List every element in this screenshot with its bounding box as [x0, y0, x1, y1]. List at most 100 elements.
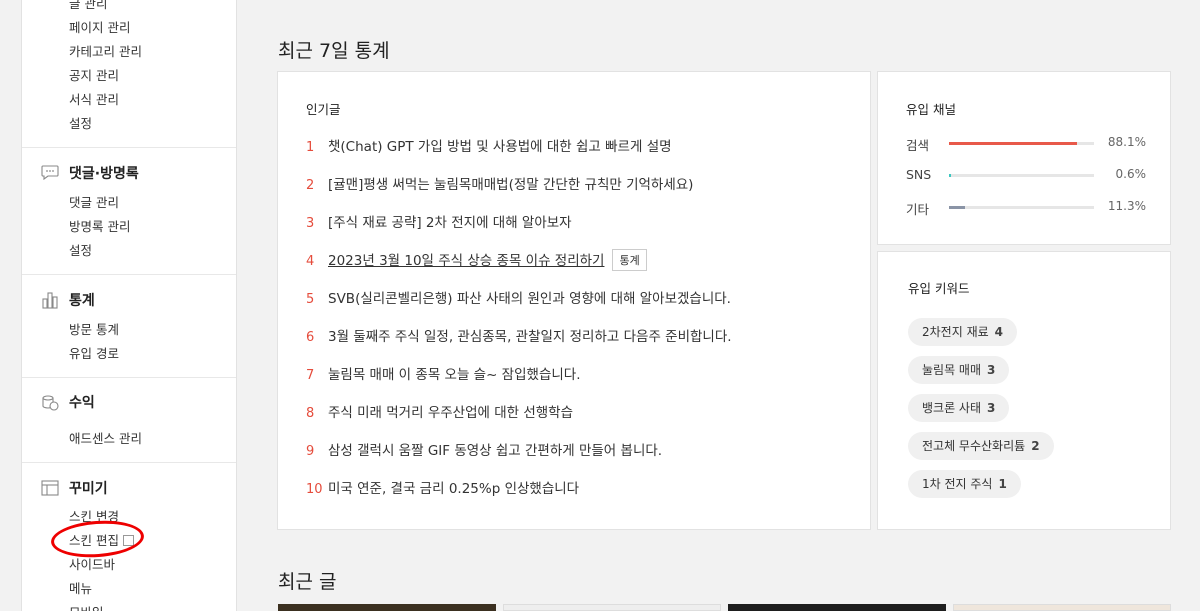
- inflow-keyword-count: 3: [987, 401, 996, 415]
- sidebar-item-visit-stats[interactable]: 방문 통계: [69, 319, 119, 338]
- popular-post-item[interactable]: 9 삼성 갤럭시 움짤 GIF 동영상 쉽고 간편하게 만들어 봅니다.: [306, 439, 662, 459]
- popular-post-title[interactable]: 미국 연준, 결국 금리 0.25%p 인상했습니다: [328, 481, 579, 497]
- sidebar-item-skin-edit-label: 스킨 편집: [69, 533, 119, 548]
- inflow-keywords-title: 유입 키워드: [908, 281, 970, 296]
- inflow-keyword-label: 1차 전지 주식: [922, 477, 993, 491]
- sidebar-item-categories[interactable]: 카테고리 관리: [69, 41, 142, 60]
- inflow-channel-bar-fill: [949, 206, 966, 209]
- popular-post-rank: 9: [306, 444, 315, 459]
- sidebar-item-skin-edit[interactable]: 스킨 편집: [69, 530, 134, 549]
- inflow-channel-row: SNS 0.6%: [906, 167, 1146, 183]
- comment-icon: [41, 165, 59, 181]
- sidebar-item-menu[interactable]: 메뉴: [69, 578, 92, 597]
- sidebar-item-comment-settings[interactable]: 설정: [69, 240, 92, 259]
- stats-section-title: 최근 7일 통계: [278, 40, 390, 62]
- sidebar-divider: [22, 377, 236, 378]
- inflow-channel-row: 기타 11.3%: [906, 199, 1146, 217]
- sidebar-divider: [22, 274, 236, 275]
- recent-post-thumbnail[interactable]: [728, 604, 946, 611]
- popular-post-rank: 4: [306, 254, 315, 269]
- popular-post-rank: 7: [306, 368, 315, 383]
- popular-post-rank: 10: [306, 482, 323, 497]
- popular-posts-title: 인기글: [306, 102, 341, 117]
- popular-post-rank: 2: [306, 178, 315, 193]
- popular-post-title[interactable]: [주식 재료 공략] 2차 전지에 대해 알아보자: [328, 215, 572, 231]
- sidebar-item-referrer[interactable]: 유입 경로: [69, 343, 119, 362]
- bar-chart-icon: [42, 292, 58, 309]
- stats-tag-button[interactable]: 통계: [612, 249, 647, 271]
- popular-post-title[interactable]: 주식 미래 먹거리 우주산업에 대한 선행학습: [328, 405, 573, 421]
- inflow-keyword-chip[interactable]: 2차전지 재료 4: [908, 318, 1018, 346]
- sidebar-item-notices[interactable]: 공지 관리: [69, 65, 119, 84]
- popular-post-title[interactable]: 챗(Chat) GPT 가입 방법 및 사용법에 대한 쉽고 빠르게 설명: [328, 139, 672, 155]
- sidebar-item-adsense[interactable]: 애드센스 관리: [69, 428, 142, 447]
- inflow-keyword-chip[interactable]: 전고체 무수산화리튬 2: [908, 432, 1054, 460]
- popular-post-title[interactable]: 2023년 3월 10일 주식 상승 종목 이슈 정리하기: [328, 253, 604, 269]
- sidebar-item-sidebar[interactable]: 사이드바: [69, 554, 115, 573]
- coins-icon: [42, 395, 59, 411]
- popular-post-item[interactable]: 4 2023년 3월 10일 주식 상승 종목 이슈 정리하기 통계: [306, 249, 647, 271]
- sidebar-item-skin-change[interactable]: 스킨 변경: [69, 506, 119, 525]
- popular-post-rank: 8: [306, 406, 315, 421]
- inflow-channel-label: 검색: [906, 138, 930, 153]
- sidebar-item-pages[interactable]: 페이지 관리: [69, 17, 130, 36]
- sidebar-section-comments[interactable]: 댓글·방명록: [69, 163, 139, 183]
- popular-post-item[interactable]: 6 3월 둘째주 주식 일정, 관심종목, 관찰일지 정리하고 다음주 준비합니다…: [306, 325, 732, 345]
- recent-posts-title: 최근 글: [278, 571, 337, 593]
- inflow-channel-percent: 11.3%: [1107, 199, 1146, 213]
- recent-post-thumbnail[interactable]: [953, 604, 1171, 611]
- sidebar-divider: [22, 462, 236, 463]
- sidebar-item-guestbook-manage[interactable]: 방명록 관리: [69, 216, 130, 235]
- inflow-keyword-chip[interactable]: 뱅크론 사태 3: [908, 394, 1010, 422]
- popular-post-rank: 1: [306, 140, 315, 155]
- inflow-keyword-chip[interactable]: 눌림목 매매 3: [908, 356, 1010, 384]
- inflow-channel-bar-fill: [949, 174, 952, 177]
- popular-post-item[interactable]: 2 [귤맨]평생 써먹는 눌림목매매법(정말 간단한 규칙만 기억하세요): [306, 173, 693, 193]
- popular-post-item[interactable]: 8 주식 미래 먹거리 우주산업에 대한 선행학습: [306, 401, 573, 421]
- popular-post-title[interactable]: [귤맨]평생 써먹는 눌림목매매법(정말 간단한 규칙만 기억하세요): [328, 177, 693, 193]
- inflow-keyword-chip[interactable]: 1차 전지 주식 1: [908, 470, 1021, 498]
- inflow-keyword-label: 눌림목 매매: [922, 363, 982, 377]
- sidebar-section-revenue[interactable]: 수익: [69, 392, 95, 412]
- sidebar-item-posts[interactable]: 글 관리: [69, 0, 107, 12]
- inflow-keyword-count: 4: [994, 325, 1004, 339]
- popular-post-title[interactable]: 3월 둘째주 주식 일정, 관심종목, 관찰일지 정리하고 다음주 준비합니다.: [328, 329, 732, 345]
- popular-post-item[interactable]: 5 SVB(실리콘벨리은행) 파산 사태의 원인과 영향에 대해 알아보겠습니다.: [306, 287, 731, 307]
- inflow-channel-bar-fill: [949, 142, 1077, 145]
- popular-post-rank: 6: [306, 330, 315, 345]
- inflow-keyword-label: 전고체 무수산화리튬: [922, 439, 1026, 453]
- popular-post-title[interactable]: 삼성 갤럭시 움짤 GIF 동영상 쉽고 간편하게 만들어 봅니다.: [328, 443, 662, 459]
- popular-post-item[interactable]: 10 미국 연준, 결국 금리 0.25%p 인상했습니다: [306, 477, 579, 497]
- inflow-channel-row: 검색 88.1%: [906, 135, 1146, 153]
- sidebar-section-stats[interactable]: 통계: [69, 290, 95, 310]
- inflow-channels-card: 유입 채널 검색 88.1% SNS 0.6% 기타 11.3%: [877, 71, 1171, 245]
- inflow-keyword-label: 2차전지 재료: [922, 325, 989, 339]
- inflow-keyword-label: 뱅크론 사태: [922, 401, 982, 415]
- inflow-keyword-count: 3: [987, 363, 996, 377]
- popular-posts-card: 인기글 1 챗(Chat) GPT 가입 방법 및 사용법에 대한 쉽고 빠르게 …: [277, 71, 871, 530]
- popular-post-title[interactable]: 눌림목 매매 이 종목 오늘 슬~ 잠입했습니다.: [328, 367, 581, 383]
- layout-icon: [41, 480, 59, 496]
- recent-post-thumbnail[interactable]: [278, 604, 496, 611]
- inflow-keywords-card: 유입 키워드 2차전지 재료 4 눌림목 매매 3 뱅크론 사태 3 전고체 무수산화리튬 2…: [877, 251, 1171, 530]
- sidebar-item-settings[interactable]: 설정: [69, 113, 92, 132]
- sidebar-item-mobile[interactable]: 모바일: [69, 602, 104, 611]
- sidebar-item-templates[interactable]: 서식 관리: [69, 89, 119, 108]
- inflow-channel-bar-track: [949, 174, 1094, 177]
- inflow-keyword-count: 1: [998, 477, 1007, 491]
- popular-post-item[interactable]: 7 눌림목 매매 이 종목 오늘 슬~ 잠입했습니다.: [306, 363, 581, 383]
- popular-post-title[interactable]: SVB(실리콘벨리은행) 파산 사태의 원인과 영향에 대해 알아보겠습니다.: [328, 291, 731, 307]
- inflow-channel-bar-track: [949, 142, 1094, 145]
- popular-post-item[interactable]: 1 챗(Chat) GPT 가입 방법 및 사용법에 대한 쉽고 빠르게 설명: [306, 135, 672, 155]
- inflow-channel-percent: 88.1%: [1107, 135, 1146, 149]
- sidebar: 글 관리 페이지 관리 카테고리 관리 공지 관리 서식 관리 설정 댓글·방명…: [21, 0, 237, 611]
- popular-post-rank: 3: [306, 216, 315, 231]
- inflow-keyword-count: 2: [1031, 439, 1040, 453]
- sidebar-divider: [22, 147, 236, 148]
- recent-post-thumbnail[interactable]: [503, 604, 721, 611]
- inflow-channel-bar-track: [949, 206, 1094, 209]
- sidebar-section-design[interactable]: 꾸미기: [69, 478, 108, 498]
- sidebar-item-comment-manage[interactable]: 댓글 관리: [69, 192, 119, 211]
- inflow-channel-percent: 0.6%: [1115, 167, 1147, 181]
- popular-post-item[interactable]: 3 [주식 재료 공략] 2차 전지에 대해 알아보자: [306, 211, 572, 231]
